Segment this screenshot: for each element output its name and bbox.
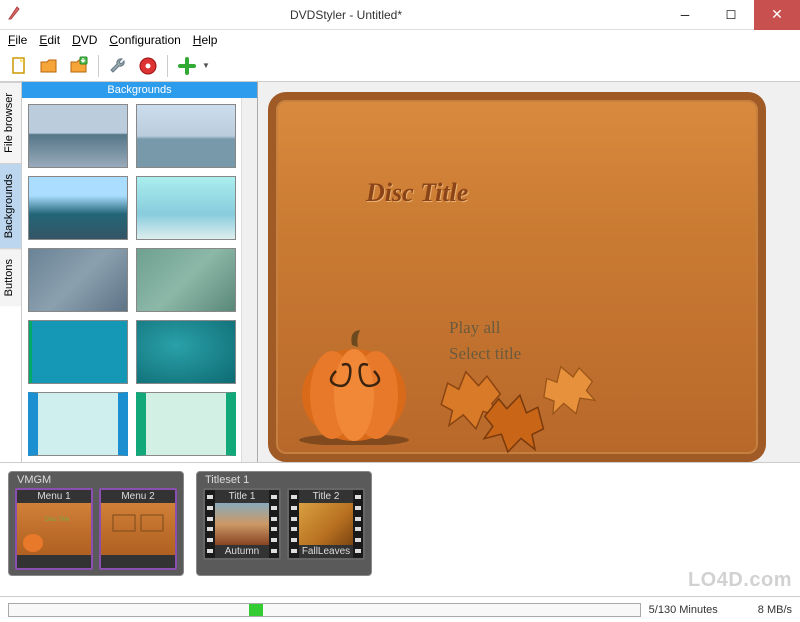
save-icon bbox=[69, 56, 89, 76]
timeline-item-label: Title 1 bbox=[215, 490, 269, 503]
leaves-graphic bbox=[406, 345, 606, 458]
background-thumb[interactable] bbox=[28, 320, 128, 384]
wrench-icon bbox=[108, 56, 128, 76]
maximize-button[interactable]: ☐ bbox=[708, 0, 754, 30]
timeline-item-foot bbox=[17, 555, 91, 568]
tab-file-browser[interactable]: File browser bbox=[0, 82, 21, 163]
background-thumb[interactable] bbox=[136, 104, 236, 168]
save-button[interactable] bbox=[66, 53, 92, 79]
timeline-item-foot: FallLeaves bbox=[299, 545, 353, 558]
filmstrip-right bbox=[269, 490, 279, 558]
background-thumb[interactable] bbox=[136, 176, 236, 240]
window-title: DVDStyler - Untitled* bbox=[30, 8, 662, 22]
browser-panel: Backgrounds bbox=[22, 82, 258, 462]
timeline-clip-item[interactable]: Title 2 FallLeaves bbox=[287, 488, 365, 560]
main-area: File browser Backgrounds Buttons Backgro… bbox=[0, 82, 800, 462]
settings-button[interactable] bbox=[105, 53, 131, 79]
background-thumb[interactable] bbox=[136, 320, 236, 384]
timeline-item-label: Menu 2 bbox=[101, 490, 175, 503]
tab-backgrounds[interactable]: Backgrounds bbox=[0, 163, 21, 248]
filmstrip-left bbox=[205, 490, 215, 558]
progress-bar bbox=[8, 603, 641, 617]
timeline-group-titleset1: Titleset 1 Title 1 Autumn Title 2 FallLe… bbox=[196, 471, 372, 576]
menu-help[interactable]: Help bbox=[193, 33, 218, 47]
watermark: LO4D.com bbox=[688, 569, 792, 592]
timeline: VMGM Menu 1 Disc Title Menu 2 Titleset 1 bbox=[0, 462, 800, 584]
open-folder-icon bbox=[39, 56, 59, 76]
filmstrip-left bbox=[289, 490, 299, 558]
background-thumb[interactable] bbox=[28, 392, 128, 456]
disc-title-text[interactable]: Disc Title bbox=[366, 178, 468, 208]
background-thumb[interactable] bbox=[28, 248, 128, 312]
group-label: Titleset 1 bbox=[203, 474, 365, 486]
add-plus-icon bbox=[177, 56, 197, 76]
svg-text:Disc Title: Disc Title bbox=[45, 517, 70, 523]
toolbar: ▼ bbox=[0, 50, 800, 82]
new-button[interactable] bbox=[6, 53, 32, 79]
add-dropdown-arrow[interactable]: ▼ bbox=[202, 61, 210, 70]
progress-fill bbox=[249, 604, 263, 616]
timeline-group-vmgm: VMGM Menu 1 Disc Title Menu 2 bbox=[8, 471, 184, 576]
filmstrip-right bbox=[353, 490, 363, 558]
menu-edit[interactable]: Edit bbox=[39, 33, 60, 47]
timeline-menu-item[interactable]: Menu 1 Disc Title bbox=[15, 488, 93, 570]
tab-buttons[interactable]: Buttons bbox=[0, 248, 21, 306]
browser-scrollbar[interactable] bbox=[241, 98, 257, 462]
background-thumb[interactable] bbox=[136, 392, 236, 456]
burn-button[interactable] bbox=[135, 53, 161, 79]
background-thumb[interactable] bbox=[136, 248, 236, 312]
statusbar: 5/130 Minutes 8 MB/s bbox=[0, 596, 800, 622]
timeline-item-label: Title 2 bbox=[299, 490, 353, 503]
timeline-menu-item[interactable]: Menu 2 bbox=[99, 488, 177, 570]
canvas-area: Disc Title Play all Select title bbox=[258, 82, 800, 462]
timeline-item-foot bbox=[101, 555, 175, 568]
titlebar: DVDStyler - Untitled* ─ ☐ ✕ bbox=[0, 0, 800, 30]
menubar: File Edit DVD Configuration Help bbox=[0, 30, 800, 50]
pumpkin-graphic bbox=[294, 325, 424, 448]
timeline-item-label: Menu 1 bbox=[17, 490, 91, 503]
group-label: VMGM bbox=[15, 474, 177, 486]
browser-heading: Backgrounds bbox=[22, 82, 257, 98]
menu-configuration[interactable]: Configuration bbox=[109, 33, 180, 47]
add-button[interactable] bbox=[174, 53, 200, 79]
menu-file[interactable]: File bbox=[8, 33, 27, 47]
side-tabs: File browser Backgrounds Buttons bbox=[0, 82, 22, 462]
burn-disc-icon bbox=[138, 56, 158, 76]
background-thumbnails bbox=[22, 98, 241, 462]
background-thumb[interactable] bbox=[28, 176, 128, 240]
new-file-icon bbox=[9, 56, 29, 76]
status-rate: 8 MB/s bbox=[758, 604, 792, 616]
menu-play-all[interactable]: Play all bbox=[449, 318, 500, 338]
close-button[interactable]: ✕ bbox=[754, 0, 800, 30]
app-icon bbox=[0, 5, 30, 24]
timeline-clip-item[interactable]: Title 1 Autumn bbox=[203, 488, 281, 560]
background-thumb[interactable] bbox=[28, 104, 128, 168]
status-minutes: 5/130 Minutes bbox=[649, 604, 718, 616]
timeline-item-foot: Autumn bbox=[215, 545, 269, 558]
minimize-button[interactable]: ─ bbox=[662, 0, 708, 30]
open-button[interactable] bbox=[36, 53, 62, 79]
menu-preview[interactable]: Disc Title Play all Select title bbox=[268, 92, 766, 462]
menu-dvd[interactable]: DVD bbox=[72, 33, 97, 47]
